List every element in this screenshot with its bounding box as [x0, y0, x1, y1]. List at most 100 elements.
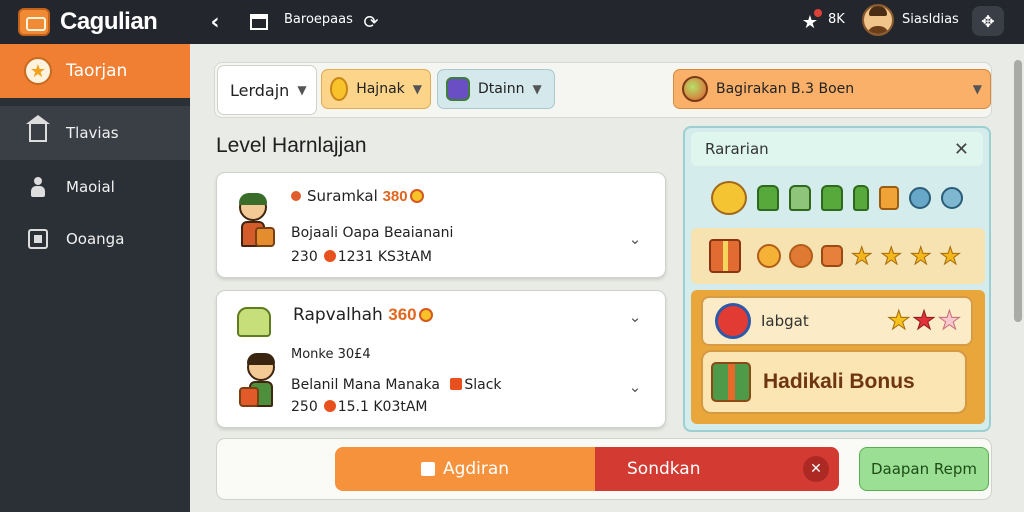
leaf-icon [237, 307, 271, 337]
coin-dropdown[interactable]: Hajnak ▼ [321, 69, 431, 109]
card-points: 360 [388, 305, 417, 324]
star-icon: ★ [24, 57, 52, 85]
reward-dropdown[interactable]: Bagirakan B.3 Boen ▼ [673, 69, 991, 109]
sidebar-item-tlavias[interactable]: Tlavias [0, 106, 190, 160]
chevron-down-icon: ▼ [972, 82, 982, 96]
app-logo-icon [18, 8, 50, 36]
gem-icon [446, 77, 470, 101]
app-title: Cagulian [60, 8, 158, 35]
star-icon: ★ [887, 306, 913, 336]
secondary-action-label: Sondkan [627, 459, 701, 479]
house-icon [26, 115, 50, 142]
flower-icon[interactable] [941, 187, 963, 209]
refresh-icon[interactable]: ⟳ [358, 8, 384, 36]
flower-icon[interactable] [909, 187, 931, 209]
reward-items-row [711, 178, 971, 218]
close-icon[interactable]: ✕ [954, 139, 969, 160]
expand-chevron-icon[interactable]: ⌄ [623, 227, 647, 251]
tertiary-action-label: Daapan Repm [870, 460, 978, 478]
star-icon[interactable]: ★ [910, 244, 932, 269]
card-stat-detail: 15.1 K03tAM [337, 399, 428, 415]
back-button[interactable]: ‹ [202, 8, 228, 36]
square-icon [420, 462, 435, 476]
tertiary-action-button[interactable]: Daapan Repm [859, 447, 989, 491]
sprout-icon[interactable] [853, 185, 869, 211]
level-dropdown-value: Lerdajn [230, 80, 290, 100]
action-button-group: Agdiran Sondkan ✕ [335, 447, 839, 491]
sidebar-item-label: Tlavias [66, 124, 119, 142]
ruby-icon [715, 303, 751, 339]
primary-action-button[interactable]: Agdiran [335, 447, 595, 491]
page-label: Baroepaas [284, 12, 353, 27]
primary-action-label: Agdiran [442, 459, 510, 479]
badge-icon[interactable] [821, 245, 843, 267]
card-stat-value: 250 [291, 399, 318, 415]
reward-scroll-card[interactable]: Iabgat ★★★ [701, 296, 973, 346]
card-subtitle: Monke 30£4 [291, 347, 371, 362]
card-title: Suramkal [307, 187, 378, 205]
chevron-down-icon: ▼ [532, 82, 542, 96]
reward-dropdown-value: Bagirakan B.3 Boen [716, 81, 855, 97]
chevron-down-icon: ▼ [297, 83, 307, 97]
box-icon [28, 229, 48, 249]
sidebar: ★ Taorjan Tlavias Maoial Ooanga [0, 44, 190, 512]
secondary-action-button[interactable]: Sondkan ✕ [595, 447, 839, 491]
card-description: Bojaali Oapa Beaianani [291, 225, 454, 241]
card-points: 380 [382, 188, 408, 205]
plant-icon[interactable] [757, 185, 779, 211]
user-avatar[interactable] [862, 4, 894, 36]
action-bar: Agdiran Sondkan ✕ Daapan Repm [216, 438, 992, 500]
rating-stars: ★★★ [887, 306, 963, 336]
sidebar-item-maoial[interactable]: Maoial [0, 160, 190, 214]
star-icon: ★ [912, 306, 938, 336]
star-icon[interactable]: ★ [851, 244, 873, 269]
gem-dropdown[interactable]: Dtainn ▼ [437, 69, 555, 109]
page-icon[interactable] [246, 8, 272, 36]
user-name[interactable]: Siasldias [902, 12, 959, 27]
gift-box-icon [711, 362, 751, 402]
reward-bonus-row: ★ ★ ★ ★ [691, 228, 985, 284]
level-card[interactable]: Rapvalhah 360 ⌄ Monke 30£4 Belanil Mana … [216, 290, 666, 428]
close-icon[interactable]: ✕ [803, 456, 829, 482]
plant-icon[interactable] [821, 185, 843, 211]
panel-title: Rararian [705, 140, 769, 158]
chevron-down-icon: ▼ [412, 82, 422, 96]
level-dropdown[interactable]: Lerdajn ▼ [217, 65, 317, 115]
coin-dropdown-value: Hajnak [356, 81, 405, 97]
star-icon: ★ [937, 306, 963, 336]
tag-icon [450, 378, 463, 390]
expand-chevron-icon[interactable]: ⌄ [623, 375, 647, 399]
sidebar-item-ooanga[interactable]: Ooanga [0, 212, 190, 266]
card-tag: Slack [464, 377, 502, 393]
gift-icon[interactable] [709, 239, 741, 273]
reward-scroll-label: Iabgat [761, 312, 809, 330]
notification-dot [814, 9, 822, 17]
level-card[interactable]: Suramkal 380 Bojaali Oapa Beaianani 230 1… [216, 172, 666, 278]
collapse-chevron-icon[interactable]: ⌄ [623, 305, 647, 329]
scrollbar[interactable] [1014, 60, 1022, 322]
coin-icon [409, 189, 424, 203]
bonus-scroll-card[interactable]: Hadikali Bonus [701, 350, 967, 414]
gem-icon [323, 400, 336, 412]
filter-bar: Lerdajn ▼ Hajnak ▼ Dtainn ▼ Bagirakan B.… [214, 62, 992, 118]
person-icon [31, 177, 45, 197]
character-avatar [239, 353, 283, 413]
page-title: Level Harnlajjan [216, 134, 367, 157]
sidebar-item-label: Taorjan [66, 61, 128, 81]
bonus-scroll-area: Iabgat ★★★ Hadikali Bonus [691, 290, 985, 424]
coin-icon[interactable] [757, 244, 781, 268]
brand[interactable]: Cagulian [0, 0, 190, 44]
top-bar: Cagulian ‹ Baroepaas ⟳ ★ 8K Siasldias ✥ [0, 0, 1024, 44]
leaf-icon[interactable] [789, 185, 811, 211]
star-icon[interactable]: ★ [939, 244, 961, 269]
coin-icon [418, 308, 433, 322]
sidebar-item-taorjan[interactable]: ★ Taorjan [0, 44, 190, 98]
fruit-icon[interactable] [879, 186, 899, 210]
rewards-panel: Rararian ✕ ★ ★ ★ ★ Iabgat ★★★ Hadikali B… [683, 126, 991, 432]
coin-icon[interactable] [789, 244, 813, 268]
star-icon[interactable]: ★ [880, 244, 902, 269]
sidebar-item-label: Ooanga [66, 230, 125, 248]
menu-icon[interactable]: ✥ [972, 6, 1004, 36]
coin-icon[interactable] [711, 181, 747, 215]
card-stat-value: 230 [291, 249, 318, 265]
